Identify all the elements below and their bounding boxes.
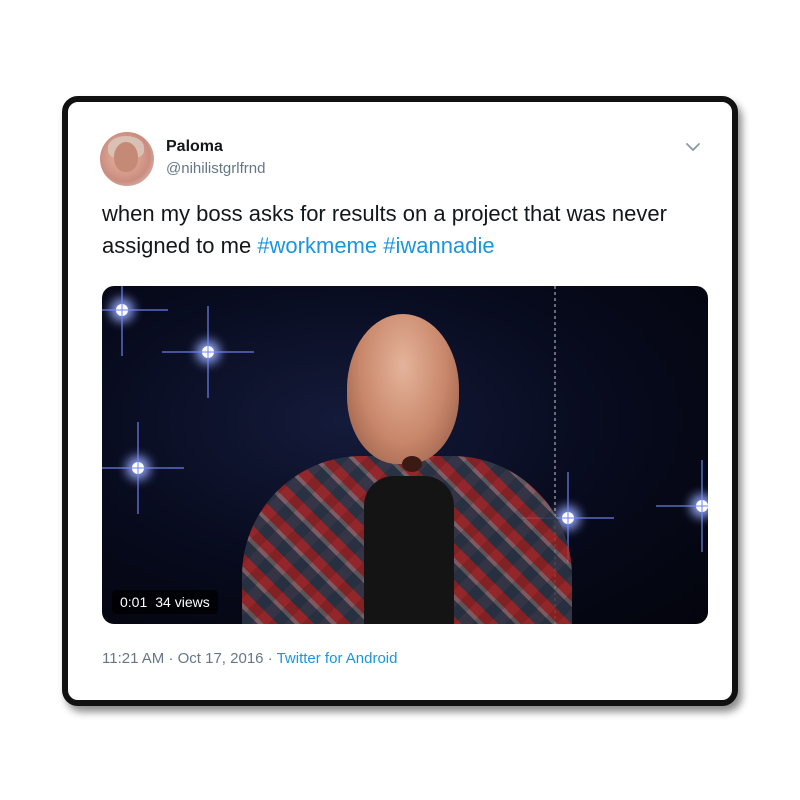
light-flare	[102, 286, 168, 356]
light-flare	[656, 460, 708, 552]
hashtag-workmeme[interactable]: #workmeme	[257, 233, 377, 258]
video-info-badge: 0:01 34 views	[112, 590, 218, 614]
person-head	[347, 314, 459, 464]
video-time: 0:01	[120, 594, 148, 610]
video-player[interactable]: 0:01 34 views	[102, 286, 708, 624]
tweet-source-link[interactable]: Twitter for Android	[277, 650, 398, 667]
tweet-time[interactable]: 11:21 AM	[102, 650, 164, 667]
light-flare	[102, 422, 184, 514]
tweet-card: Paloma @nihilistgrlfrnd when my boss ask…	[62, 96, 738, 706]
person-mouth	[402, 456, 422, 472]
meta-separator: ·	[267, 650, 273, 667]
tweet-meta: 11:21 AM · Oct 17, 2016 · Twitter for An…	[102, 650, 397, 667]
avatar[interactable]	[100, 132, 154, 186]
person-undershirt	[364, 476, 454, 624]
chevron-down-icon[interactable]	[684, 140, 702, 154]
light-flare	[162, 306, 254, 398]
author-handle[interactable]: @nihilistgrlfrnd	[166, 160, 265, 177]
hashtag-iwannadie[interactable]: #iwannadie	[383, 233, 494, 258]
meta-separator: ·	[168, 650, 174, 667]
video-views: 34 views	[155, 594, 210, 610]
tweet-date[interactable]: Oct 17, 2016	[178, 650, 264, 667]
light-flare	[522, 472, 614, 564]
tweet-text: when my boss asks for results on a proje…	[102, 198, 722, 262]
avatar-face	[114, 142, 138, 172]
author-name[interactable]: Paloma	[166, 138, 223, 156]
